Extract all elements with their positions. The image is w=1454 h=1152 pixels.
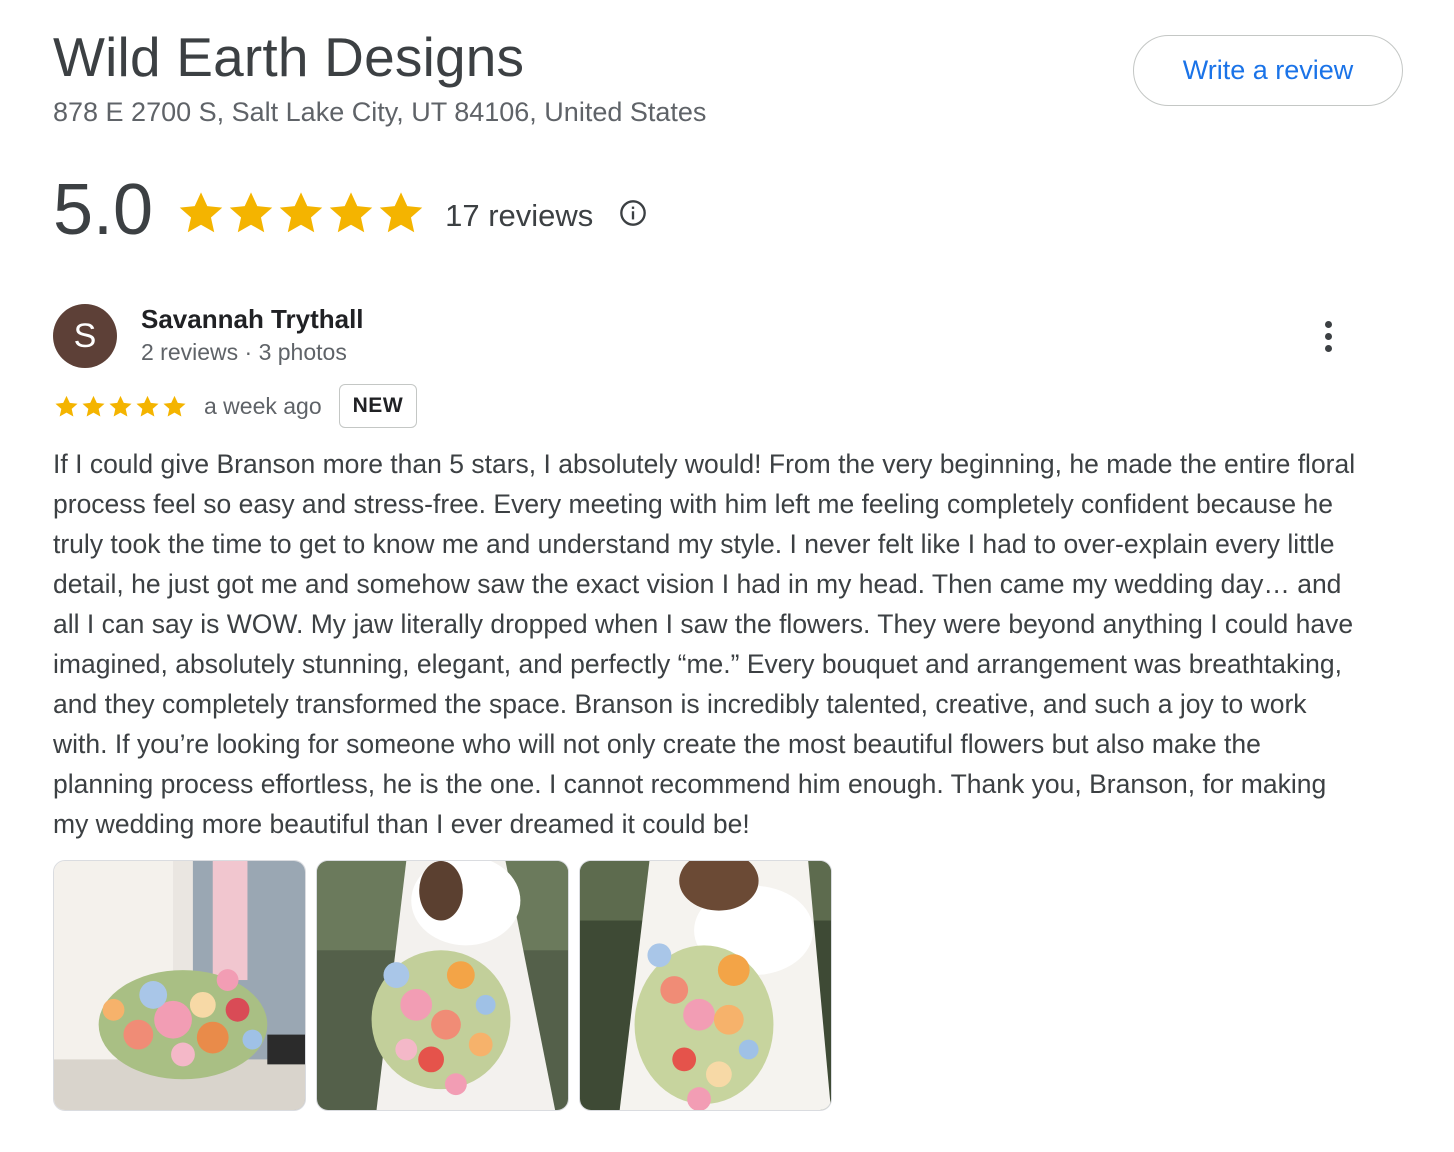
- avatar[interactable]: S: [53, 304, 117, 368]
- star-icon: [136, 395, 159, 417]
- dot: [1324, 320, 1332, 328]
- review-text: If I could give Branson more than 5 star…: [53, 449, 1356, 839]
- rating-value: 5.0: [53, 170, 154, 250]
- star-icon: [229, 192, 273, 233]
- review-date: a week ago: [204, 392, 322, 419]
- new-badge: NEW: [338, 384, 418, 428]
- reviewer-meta: 2 reviews · 3 photos: [141, 339, 347, 365]
- overall-star-rating: [175, 187, 425, 239]
- star-icon: [163, 395, 186, 417]
- reviewer-name[interactable]: Savannah Trythall: [141, 304, 364, 334]
- business-name: Wild Earth Designs: [53, 26, 525, 88]
- overall-rating: 5.0 17 reviews: [53, 170, 647, 250]
- review-panel: Wild Earth Designs 878 E 2700 S, Salt La…: [0, 0, 1454, 1152]
- star-icon: [329, 192, 373, 233]
- dot: [1324, 332, 1332, 340]
- star-icon: [179, 192, 223, 233]
- star-icon: [279, 192, 323, 233]
- bridal-bouquet-photo[interactable]: [53, 860, 306, 1111]
- bridal-bouquet-photo[interactable]: [316, 860, 569, 1111]
- star-icon: [379, 192, 423, 233]
- review-star-rating: [53, 393, 188, 420]
- star-icon: [109, 395, 132, 417]
- star-icon: [82, 395, 105, 417]
- review-rating-row: a week ago NEW: [53, 384, 418, 428]
- business-address: 878 E 2700 S, Salt Lake City, UT 84106, …: [53, 97, 707, 127]
- bridal-bouquet-photo[interactable]: [579, 860, 832, 1111]
- dot: [1324, 344, 1332, 352]
- review-photos: [53, 860, 832, 1111]
- info-icon[interactable]: [619, 199, 647, 227]
- review-count-link[interactable]: 17 reviews: [445, 198, 593, 234]
- more-options-icon[interactable]: [1308, 316, 1348, 356]
- star-icon: [55, 395, 78, 417]
- write-review-button[interactable]: Write a review: [1133, 35, 1403, 106]
